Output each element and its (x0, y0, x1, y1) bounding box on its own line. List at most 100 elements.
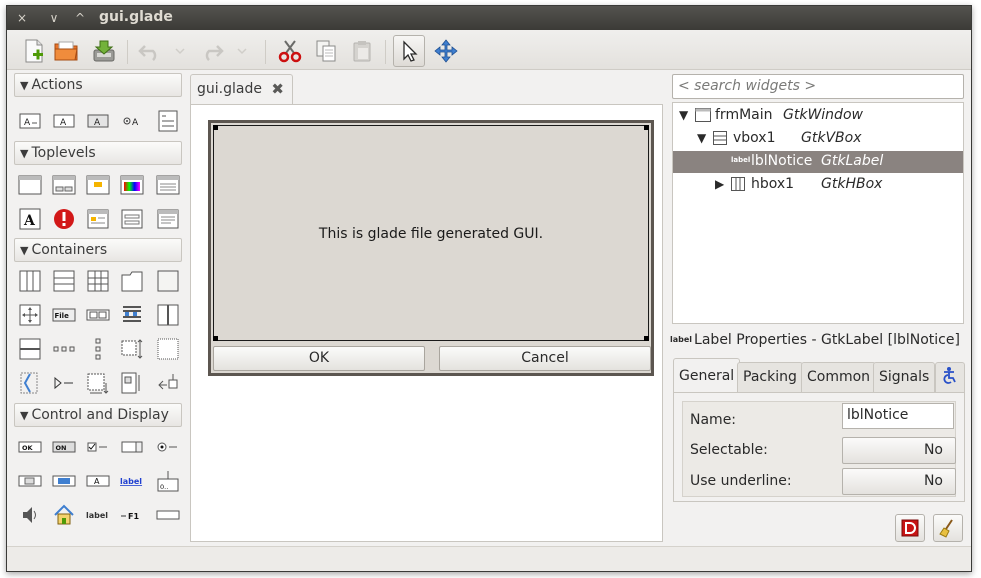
tab-gui-glade[interactable]: gui.glade ✖ (190, 74, 293, 105)
paste-icon[interactable] (349, 38, 375, 64)
hbox-icon[interactable] (18, 269, 42, 293)
close-tab-icon[interactable]: ✖ (271, 80, 284, 98)
tab-general[interactable]: General (673, 358, 741, 392)
menu-bar-icon[interactable]: File (52, 303, 76, 327)
selection-handle[interactable] (644, 336, 649, 341)
devhelp-button[interactable] (895, 514, 925, 542)
tab-accessibility[interactable] (935, 362, 965, 392)
hpaned-icon[interactable] (156, 303, 180, 327)
toolbar-widget-icon[interactable] (86, 303, 110, 327)
font-selection-dialog-icon[interactable]: A (18, 207, 42, 231)
tree-row-frmmain[interactable]: ▼ frmMain GtkWindow (673, 105, 963, 127)
name-field[interactable]: lblNotice (842, 403, 954, 429)
redo-menu-arrow-icon[interactable] (229, 38, 255, 64)
clear-button[interactable] (933, 514, 963, 542)
dialog-widget-icon[interactable] (52, 173, 76, 197)
notebook-icon[interactable] (120, 269, 144, 293)
cut-icon[interactable] (277, 38, 303, 64)
color-selection-dialog-icon[interactable] (120, 173, 144, 197)
close-window-button[interactable]: × (13, 9, 31, 27)
preview-ok-button[interactable]: OK (213, 346, 425, 371)
toggle-action-icon[interactable]: A (52, 109, 76, 133)
open-folder-icon[interactable] (53, 38, 79, 64)
button-widget-icon[interactable]: OK (18, 435, 42, 459)
table-icon[interactable] (86, 269, 110, 293)
assistant-icon[interactable] (156, 207, 180, 231)
selection-handle[interactable] (213, 336, 218, 341)
vbox-icon[interactable] (52, 269, 76, 293)
new-file-icon[interactable] (21, 38, 47, 64)
color-button-icon[interactable] (52, 469, 76, 493)
tool-palette-icon[interactable] (120, 303, 144, 327)
expander-icon[interactable] (52, 371, 76, 395)
save-icon[interactable] (91, 38, 117, 64)
font-button-icon[interactable]: A (86, 469, 110, 493)
use-underline-toggle[interactable]: No (842, 468, 956, 495)
action-group-icon[interactable] (156, 109, 180, 133)
toggle-button-icon[interactable]: ON (52, 435, 76, 459)
about-dialog-icon[interactable] (86, 173, 110, 197)
event-box-icon[interactable] (86, 371, 110, 395)
tab-signals[interactable]: Signals (873, 362, 936, 392)
label-widget-icon[interactable]: label (86, 503, 110, 527)
home-image-icon[interactable] (52, 503, 76, 527)
scrolled-window-icon[interactable] (156, 337, 180, 361)
palette-group-control-and-display[interactable]: ▼ Control and Display (14, 403, 182, 427)
page-setup-dialog-icon[interactable] (86, 207, 110, 231)
expander-icon[interactable]: ▼ (679, 108, 688, 122)
spin-button-icon[interactable] (120, 435, 144, 459)
radio-button-icon[interactable] (156, 435, 180, 459)
layout-icon[interactable] (120, 337, 144, 361)
palette-group-containers[interactable]: ▼ Containers (14, 238, 182, 262)
button-box-icon[interactable] (52, 337, 76, 361)
file-chooser-button-icon[interactable] (18, 469, 42, 493)
tree-row-vbox1[interactable]: ▼ vbox1 GtkVBox (673, 128, 963, 150)
select-pointer-icon[interactable] (393, 35, 425, 67)
tree-row-hbox1[interactable]: ▶ hbox1 GtkHBox (673, 174, 963, 196)
vpaned-icon[interactable] (18, 337, 42, 361)
tab-packing[interactable]: Packing (737, 362, 803, 392)
inspector-splitter[interactable] (666, 74, 670, 544)
palette-group-actions[interactable]: ▼ Actions (14, 73, 182, 97)
minimize-window-button[interactable]: ∨ (45, 9, 63, 27)
selection-handle[interactable] (213, 125, 218, 130)
selection-handle[interactable] (644, 125, 649, 130)
input-dialog-icon[interactable] (120, 207, 144, 231)
expander-icon[interactable]: ▶ (715, 177, 724, 191)
file-chooser-dialog-icon[interactable] (156, 173, 180, 197)
viewport-icon[interactable] (120, 371, 144, 395)
preview-window-frmmain[interactable]: This is glade file generated GUI. OK Can… (208, 120, 654, 376)
message-dialog-icon[interactable] (52, 207, 76, 231)
design-canvas[interactable]: This is glade file generated GUI. OK Can… (190, 104, 663, 542)
check-button-icon[interactable] (86, 435, 110, 459)
entry-widget-icon[interactable] (156, 503, 180, 527)
volume-button-icon[interactable] (18, 503, 42, 527)
fixed-icon[interactable] (18, 303, 42, 327)
maximize-window-button[interactable]: ^ (71, 9, 89, 27)
accel-label-icon[interactable]: F1 (120, 503, 144, 527)
redo-icon[interactable] (199, 38, 225, 64)
radio-action-icon[interactable]: A (86, 109, 110, 133)
copy-icon[interactable] (313, 38, 339, 64)
window-widget-icon[interactable] (18, 173, 42, 197)
tab-common[interactable]: Common (801, 362, 877, 392)
action-icon[interactable]: A (18, 109, 42, 133)
palette-group-toplevels[interactable]: ▼ Toplevels (14, 141, 182, 165)
recent-action-icon[interactable]: A (120, 109, 144, 133)
alignment-icon[interactable] (18, 371, 42, 395)
undo-icon[interactable] (137, 38, 163, 64)
preview-cancel-button[interactable]: Cancel (439, 346, 651, 371)
undo-menu-arrow-icon[interactable] (167, 38, 193, 64)
vbutton-box-icon[interactable] (86, 337, 110, 361)
handle-box-icon[interactable] (156, 371, 180, 395)
frame-icon[interactable] (156, 269, 180, 293)
drag-resize-icon[interactable] (433, 38, 459, 64)
preview-label-lblnotice[interactable]: This is glade file generated GUI. (213, 125, 649, 341)
expander-icon[interactable]: ▼ (697, 131, 706, 145)
link-button-icon[interactable]: label (120, 469, 144, 493)
scale-button-icon[interactable]: 0.. (156, 469, 180, 493)
palette-splitter[interactable] (185, 74, 189, 544)
selectable-toggle[interactable]: No (842, 437, 956, 464)
search-widgets-input[interactable]: < search widgets > (672, 74, 964, 99)
tree-row-lblnotice[interactable]: label lblNotice GtkLabel (673, 151, 963, 173)
